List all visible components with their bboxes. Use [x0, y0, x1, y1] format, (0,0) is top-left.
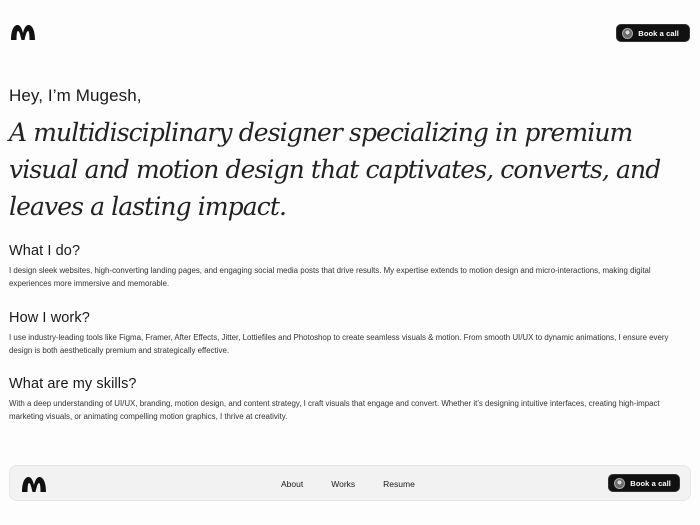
logo-icon[interactable] [21, 476, 47, 493]
section-what-i-do: What I do? I design sleek websites, high… [9, 243, 693, 290]
book-call-button[interactable]: Book a call [616, 24, 690, 42]
logo-icon[interactable] [10, 24, 36, 41]
section-title: What are my skills? [9, 376, 137, 392]
section-how-i-work: How I work? I use industry-leading tools… [9, 310, 693, 357]
section-skills: What are my skills? With a deep understa… [9, 376, 693, 423]
avatar [614, 477, 626, 489]
bottom-nav-bar: About Works Resume Book a call [9, 465, 691, 501]
section-body: I use industry-leading tools like Figma,… [9, 333, 669, 355]
book-call-label: Book a call [638, 28, 679, 38]
book-call-label: Book a call [630, 478, 671, 488]
section-body: With a deep understanding of UI/UX, bran… [9, 399, 660, 421]
section-body: I design sleek websites, high-converting… [9, 266, 651, 288]
hero: Hey, I’m Mugesh, A multidisciplinary des… [9, 86, 691, 225]
greeting: Hey, I’m Mugesh, [9, 86, 142, 105]
nav-links: About Works Resume [281, 479, 415, 489]
nav-resume[interactable]: Resume [383, 479, 415, 489]
book-call-button[interactable]: Book a call [608, 474, 680, 492]
nav-works[interactable]: Works [331, 479, 355, 489]
avatar [622, 27, 634, 39]
nav-about[interactable]: About [281, 479, 303, 489]
section-title: How I work? [9, 310, 90, 326]
section-title: What I do? [9, 243, 81, 259]
headline: A multidisciplinary designer specializin… [9, 118, 661, 221]
top-bar: Book a call [0, 0, 700, 66]
